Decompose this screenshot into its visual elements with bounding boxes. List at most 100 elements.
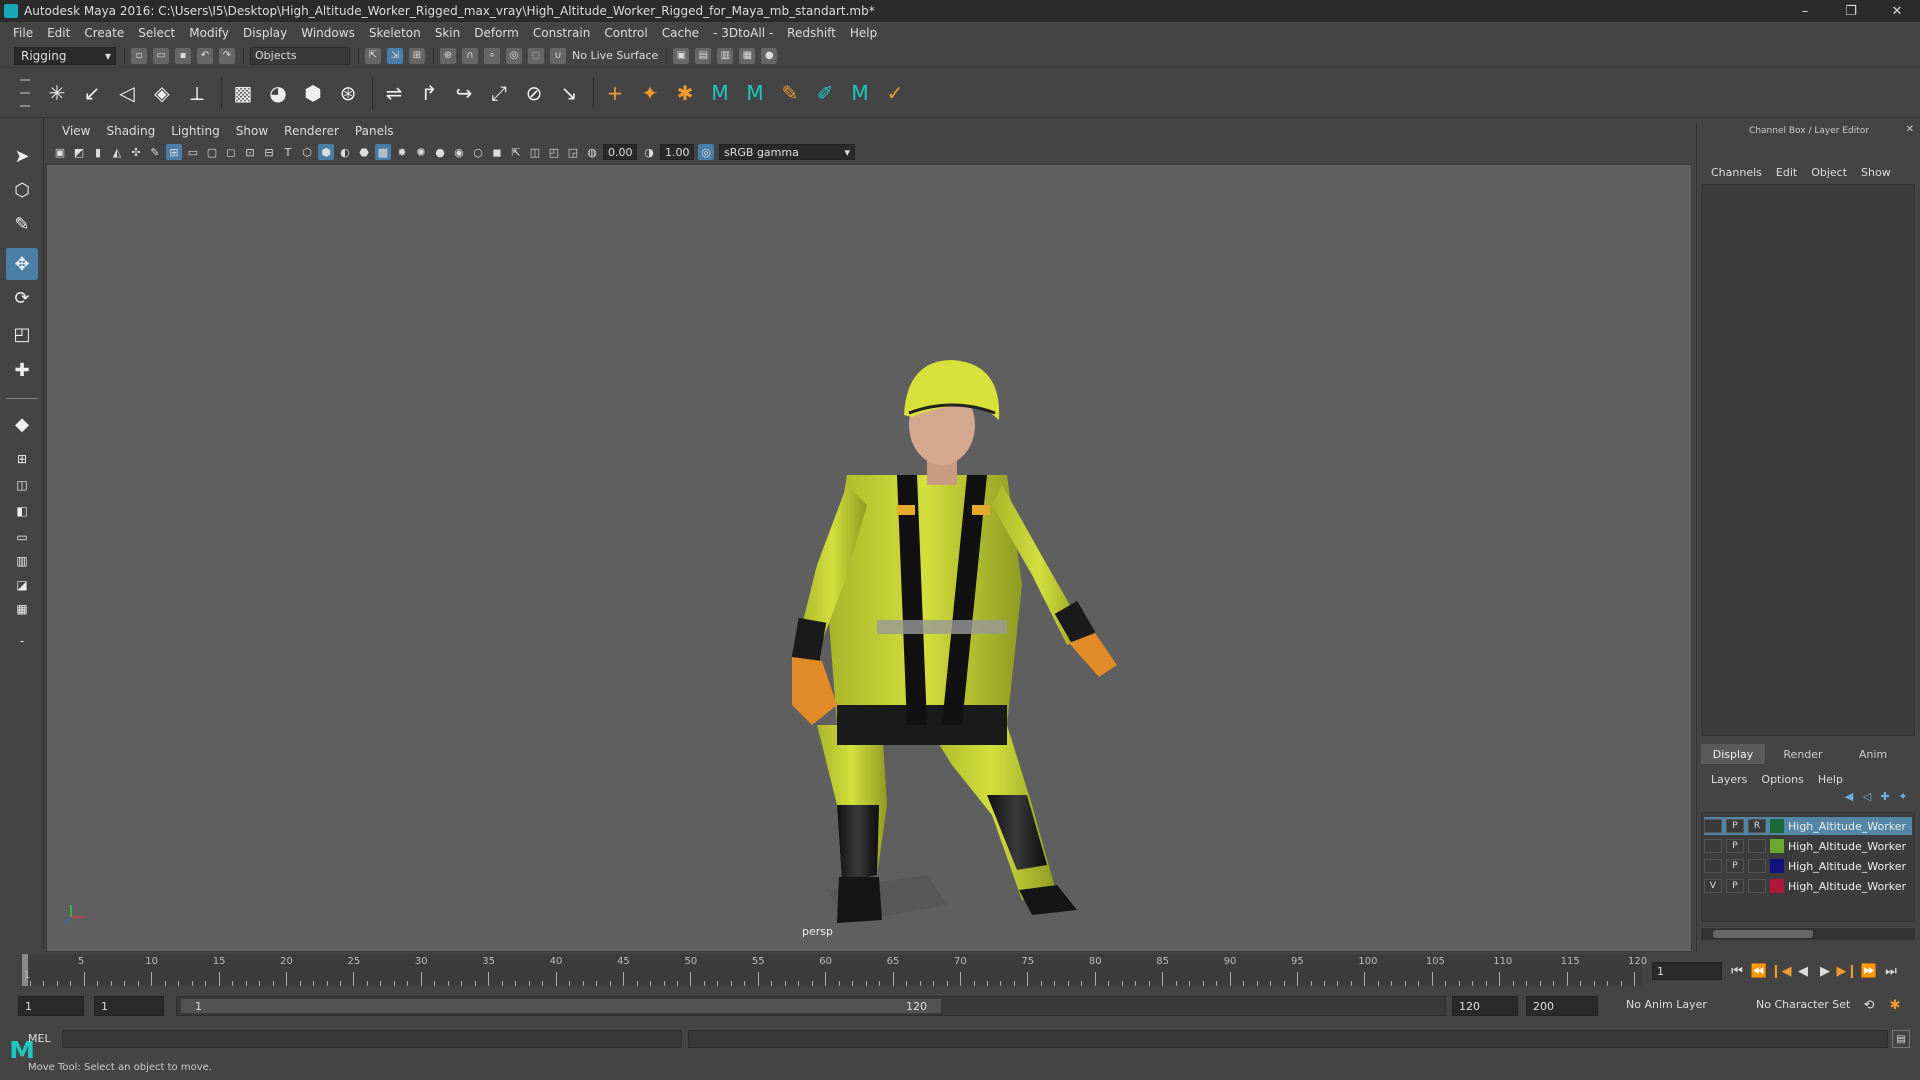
new-layer-selected-icon[interactable]: ✦ xyxy=(1894,790,1912,803)
viewport-menu-show[interactable]: Show xyxy=(228,124,276,138)
menu-skeleton[interactable]: Skeleton xyxy=(362,26,428,40)
layer-visibility-toggle[interactable]: V xyxy=(1704,879,1722,893)
snap-view-plane-icon[interactable]: ◎ xyxy=(506,47,522,64)
snap-grid-icon[interactable]: ⊕ xyxy=(440,47,456,64)
insert-joint-icon[interactable]: ◈ xyxy=(148,79,176,107)
gamma-field[interactable]: 1.00 xyxy=(660,144,694,160)
layer-playback-toggle[interactable]: P xyxy=(1726,879,1744,893)
layer-visibility-toggle[interactable] xyxy=(1704,819,1722,833)
go-to-start-icon[interactable]: ⏮ xyxy=(1726,960,1748,982)
layer-row[interactable]: V P High_Altitude_Worker xyxy=(1704,877,1912,895)
isolate-select-icon[interactable]: ⇱ xyxy=(508,144,524,160)
rotate-icon[interactable]: ⟳ xyxy=(6,282,38,314)
new-layer-icon[interactable]: ✚ xyxy=(1876,790,1894,803)
wireframe-icon[interactable]: ⬡ xyxy=(299,144,315,160)
menu-deform[interactable]: Deform xyxy=(467,26,526,40)
panel-close-icon[interactable]: ✕ xyxy=(1906,124,1914,135)
render-settings-icon[interactable]: ▦ xyxy=(739,47,756,64)
layer-display-type-toggle[interactable] xyxy=(1748,859,1766,873)
minimize-button[interactable]: – xyxy=(1782,0,1828,22)
motion-blur-icon[interactable]: ◉ xyxy=(451,144,467,160)
auto-key-icon[interactable]: ⟲ xyxy=(1858,994,1880,1016)
tab-anim[interactable]: Anim xyxy=(1841,744,1905,764)
pole-vector-icon[interactable]: ↘ xyxy=(555,79,583,107)
layer-display-type-toggle[interactable] xyxy=(1748,879,1766,893)
layer-menu-options[interactable]: Options xyxy=(1761,773,1803,786)
scale-icon[interactable]: ◰ xyxy=(6,318,38,350)
cluster-icon[interactable]: ⊛ xyxy=(334,79,362,107)
layer-row[interactable]: P High_Altitude_Worker xyxy=(1704,837,1912,855)
layout-custom-icon[interactable]: ◪ xyxy=(6,574,38,596)
live-surface-icon[interactable]: ∪ xyxy=(550,47,566,64)
channel-box-menu-show[interactable]: Show xyxy=(1861,166,1891,179)
quick-layout-single-icon[interactable]: ◆ xyxy=(6,408,38,440)
layout-hypershade-icon[interactable]: ▥ xyxy=(6,550,38,572)
scale-constraint-icon[interactable]: ⤢ xyxy=(485,79,513,107)
safe-action-icon[interactable]: ⊟ xyxy=(261,144,277,160)
viewport-menu-renderer[interactable]: Renderer xyxy=(276,124,347,138)
render-view-icon[interactable]: ▣ xyxy=(673,47,690,64)
viewport-menu-lighting[interactable]: Lighting xyxy=(163,124,228,138)
menu-constrain[interactable]: Constrain xyxy=(526,26,598,40)
skin-tool-icon[interactable]: ✐ xyxy=(811,79,839,107)
exposure-field[interactable]: 0.00 xyxy=(603,144,637,160)
field-chart-icon[interactable]: ⊡ xyxy=(242,144,258,160)
resolution-gate-icon[interactable]: ▢ xyxy=(204,144,220,160)
viewport-menu-shading[interactable]: Shading xyxy=(98,124,163,138)
layer-visibility-toggle[interactable] xyxy=(1704,839,1722,853)
menu-redshift[interactable]: Redshift xyxy=(780,26,843,40)
snap-live-icon[interactable]: ◌ xyxy=(528,47,544,64)
layer-playback-toggle[interactable]: P xyxy=(1726,819,1744,833)
play-backwards-icon[interactable]: ◀ xyxy=(1792,960,1814,982)
maya-tool-alt-icon[interactable]: M xyxy=(741,79,769,107)
tab-display[interactable]: Display xyxy=(1701,744,1765,764)
joint-tool-icon[interactable]: ✳ xyxy=(43,79,71,107)
lasso-icon[interactable]: ⬡ xyxy=(6,174,38,206)
worker-character[interactable] xyxy=(791,360,1117,923)
viewport-menu-panels[interactable]: Panels xyxy=(347,124,402,138)
animation-preferences-icon[interactable]: ✱ xyxy=(1884,994,1906,1016)
menu-create[interactable]: Create xyxy=(77,26,131,40)
layer-display-type-toggle[interactable] xyxy=(1748,839,1766,853)
step-back-frame-icon[interactable]: ❙◀ xyxy=(1770,960,1792,982)
gamma-icon[interactable]: ◑ xyxy=(641,144,657,160)
image-plane-icon[interactable]: ◭ xyxy=(109,144,125,160)
exposure-icon[interactable]: ◍ xyxy=(584,144,600,160)
end-time-field[interactable]: 200 xyxy=(1526,996,1598,1016)
menu-cache[interactable]: Cache xyxy=(655,26,706,40)
select-arrow-icon[interactable]: ➤ xyxy=(6,140,38,172)
color-management-icon[interactable]: ◎ xyxy=(698,144,714,160)
new-scene-icon[interactable]: ▫ xyxy=(131,47,147,64)
textured-icon[interactable]: ▩ xyxy=(375,144,391,160)
layer-color-swatch[interactable] xyxy=(1770,819,1784,833)
range-slider[interactable]: 1 120 xyxy=(176,996,1446,1016)
maya-tool-icon[interactable]: M xyxy=(706,79,734,107)
camera-attributes-icon[interactable]: ◩ xyxy=(71,144,87,160)
menu-help[interactable]: Help xyxy=(843,26,884,40)
anti-aliasing-icon[interactable]: ○ xyxy=(470,144,486,160)
snap-point-icon[interactable]: ∘ xyxy=(484,47,500,64)
layer-row[interactable]: P High_Altitude_Worker xyxy=(1704,857,1912,875)
layer-color-swatch[interactable] xyxy=(1770,839,1784,853)
layout-graph-icon[interactable]: ▭ xyxy=(6,526,38,548)
layout-two-icon[interactable]: ◫ xyxy=(6,474,38,496)
use-default-material-icon[interactable]: ◐ xyxy=(337,144,353,160)
paint-brush-icon[interactable]: ✎ xyxy=(6,208,38,240)
channel-box-menu-edit[interactable]: Edit xyxy=(1776,166,1797,179)
layer-color-swatch[interactable] xyxy=(1770,879,1784,893)
smooth-bind-icon[interactable]: ◕ xyxy=(264,79,292,107)
range-slider-handle[interactable]: 1 120 xyxy=(181,999,941,1013)
human-ik-icon[interactable]: ✱ xyxy=(671,79,699,107)
layer-list-scrollbar[interactable] xyxy=(1701,928,1915,940)
move-layer-down-icon[interactable]: ◁ xyxy=(1858,790,1876,803)
menu-display[interactable]: Display xyxy=(236,26,294,40)
script-language-toggle[interactable]: MEL xyxy=(28,1032,51,1045)
layout-extra-icon[interactable]: ▦ xyxy=(6,598,38,620)
menu-control[interactable]: Control xyxy=(597,26,654,40)
step-forward-key-icon[interactable]: ⏩ xyxy=(1858,960,1880,982)
toolbox-collapse-icon[interactable]: - xyxy=(6,630,38,652)
channel-box-menu-channels[interactable]: Channels xyxy=(1711,166,1762,179)
go-to-end-icon[interactable]: ⏭ xyxy=(1880,960,1902,982)
point-constraint-icon[interactable]: ⇌ xyxy=(380,79,408,107)
layer-visibility-toggle[interactable] xyxy=(1704,859,1722,873)
